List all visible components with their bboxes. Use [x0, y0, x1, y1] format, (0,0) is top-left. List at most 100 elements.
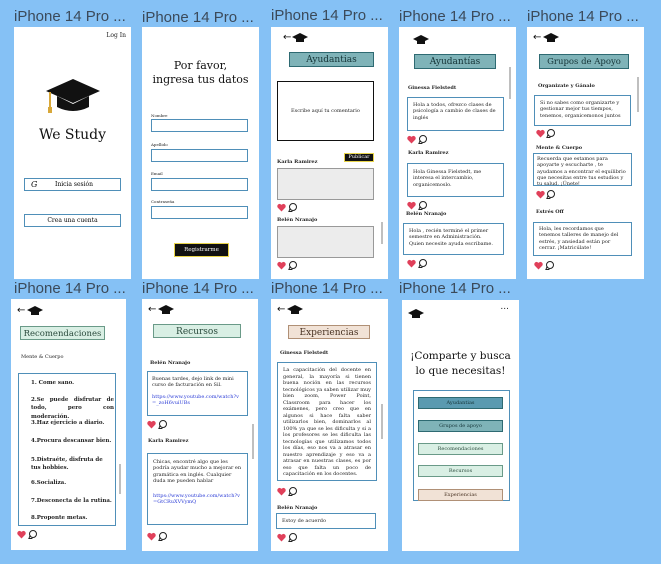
- publish-button[interactable]: Publicar: [344, 153, 374, 162]
- password-label: Contraseña: [151, 199, 175, 204]
- heart-icon[interactable]: [407, 259, 416, 268]
- heart-icon[interactable]: [147, 420, 156, 429]
- login-link[interactable]: Log In: [106, 32, 126, 39]
- post-user: Karla Ramirez: [408, 150, 449, 156]
- register-button[interactable]: Registrarme: [174, 243, 229, 257]
- phone-menu: ... ¡Comparte y busca lo que necesitas! …: [402, 300, 519, 551]
- back-arrow-icon[interactable]: ←: [283, 33, 291, 43]
- comment-icon[interactable]: [159, 532, 167, 540]
- heart-icon[interactable]: [534, 261, 543, 270]
- menu-heading: ¡Comparte y busca lo que necesitas!: [410, 350, 511, 377]
- back-arrow-icon[interactable]: ←: [277, 305, 285, 315]
- comment-placeholder: Escribe aquí tu comentario: [291, 108, 360, 114]
- scrollbar[interactable]: [509, 67, 511, 99]
- resource-link[interactable]: https://www.youtube.com/watch?v=GtCRuXVV…: [153, 493, 242, 506]
- heart-icon[interactable]: [407, 201, 416, 210]
- app-name: We Study: [38, 127, 107, 143]
- heart-icon[interactable]: [147, 532, 156, 541]
- reply-card: Estoy de acuerdo: [276, 513, 376, 529]
- comment-icon[interactable]: [547, 190, 555, 198]
- menu-button-recursos[interactable]: Recursos: [418, 465, 503, 477]
- scrollbar[interactable]: [381, 404, 383, 439]
- comment-icon[interactable]: [159, 420, 167, 428]
- graduation-cap-icon: [292, 33, 308, 42]
- graduation-cap-icon: [408, 309, 424, 318]
- menu-button-grupos[interactable]: Grupos de apoyo: [418, 420, 503, 432]
- post-card: Buenas tardes, dejo link de mini curso d…: [147, 371, 248, 416]
- group-name: Estrés Off: [536, 209, 564, 215]
- comment-icon[interactable]: [546, 261, 554, 269]
- menu-button-recomendaciones[interactable]: Recomendaciones: [418, 443, 503, 455]
- heart-icon[interactable]: [536, 190, 545, 199]
- post-user: Belén Nranajo: [406, 211, 447, 217]
- comment-icon[interactable]: [419, 135, 427, 143]
- heart-icon[interactable]: [17, 530, 26, 539]
- recomendaciones-header: Recomendaciones: [20, 326, 105, 340]
- heart-icon[interactable]: [277, 487, 286, 496]
- comment-icon[interactable]: [419, 259, 427, 267]
- recommendations-list: 1. Come sano. 2.Se puede disfrutar de to…: [18, 373, 116, 526]
- comment-icon[interactable]: [547, 129, 555, 137]
- comment-textarea[interactable]: Escribe aquí tu comentario: [277, 81, 374, 141]
- list-item: 8.Proponte metas.: [31, 515, 88, 521]
- lastname-field[interactable]: [151, 149, 248, 162]
- author-name: Mente & Cuerpo: [21, 354, 64, 360]
- more-options-icon[interactable]: ...: [500, 302, 509, 312]
- scrollbar[interactable]: [252, 424, 254, 459]
- password-field[interactable]: [151, 206, 248, 219]
- experiencias-header: Experiencias: [288, 325, 370, 339]
- heart-icon[interactable]: [277, 261, 286, 270]
- user-name: Karla Ramirez: [277, 159, 318, 165]
- google-signin-label: Inicia sesión: [55, 181, 94, 188]
- scrollbar[interactable]: [637, 77, 639, 112]
- menu-panel: Ayudantias Grupos de apoyo Recomendacion…: [413, 390, 510, 501]
- scrollbar[interactable]: [119, 464, 121, 494]
- comment-icon[interactable]: [419, 201, 427, 209]
- heart-icon[interactable]: [277, 203, 286, 212]
- back-arrow-icon[interactable]: ←: [148, 305, 156, 315]
- back-arrow-icon[interactable]: ←: [533, 33, 541, 43]
- heart-icon[interactable]: [277, 533, 286, 542]
- comment-icon[interactable]: [289, 203, 297, 211]
- email-label: Email: [151, 171, 163, 176]
- back-arrow-icon[interactable]: ←: [17, 306, 25, 316]
- scrollbar[interactable]: [381, 222, 383, 244]
- google-signin-button[interactable]: G Inicia sesión: [24, 178, 121, 191]
- frame-title-ayudantias-feed: iPhone 14 Pro ...: [399, 8, 511, 25]
- name-label: Nombre: [151, 113, 168, 118]
- menu-button-ayudantias[interactable]: Ayudantias: [418, 397, 503, 409]
- post-card: Hola Ginessa Fielstedt, me interesa el i…: [407, 163, 504, 197]
- post-card: Si no sabes como organizarte y gestionar…: [534, 95, 631, 126]
- post-user: Belén Nranajo: [150, 360, 191, 366]
- phone-login: Log In We Study G Inicia sesión Crea una…: [14, 27, 131, 279]
- comment-icon[interactable]: [289, 261, 297, 269]
- frame-title-recomendaciones: iPhone 14 Pro ...: [14, 280, 126, 297]
- experience-card: La capacitación del docente en general, …: [277, 362, 377, 481]
- comment-icon[interactable]: [29, 530, 37, 538]
- ayudantias-feed-header: Ayudantías: [414, 54, 496, 69]
- post-card: Hola , recién terminé el primer semestre…: [403, 223, 504, 255]
- name-field[interactable]: [151, 119, 248, 132]
- resource-link[interactable]: https://www.youtube.com/watch?v=_zoH6vui…: [152, 394, 243, 407]
- menu-button-experiencias[interactable]: Experiencias: [418, 489, 503, 501]
- create-account-button[interactable]: Crea una cuenta: [24, 214, 121, 227]
- lastname-label: Apellido: [151, 142, 168, 147]
- google-icon: G: [31, 180, 38, 189]
- post-user: Karla Ramirez: [148, 438, 189, 444]
- graduation-cap-icon: [287, 305, 303, 314]
- heart-icon[interactable]: [407, 135, 416, 144]
- comment-icon[interactable]: [289, 487, 297, 495]
- recursos-header: Recursos: [153, 324, 241, 338]
- list-item: 4.Procura descansar bien.: [31, 438, 112, 444]
- post-user: Belén Nranajo: [277, 505, 318, 511]
- graduation-cap-icon: [27, 306, 43, 315]
- list-item: 3.Haz ejercicio a diario.: [31, 420, 105, 426]
- frame-title-experiencias: iPhone 14 Pro ...: [271, 280, 383, 297]
- heart-icon[interactable]: [536, 129, 545, 138]
- email-field[interactable]: [151, 178, 248, 191]
- comment-icon[interactable]: [289, 533, 297, 541]
- register-title-line1: Por favor,: [173, 59, 228, 72]
- group-name: Organizate y Gánalo: [538, 83, 595, 89]
- frame-title-login: iPhone 14 Pro ...: [14, 8, 126, 25]
- frame-title-grupos: iPhone 14 Pro ...: [527, 8, 639, 25]
